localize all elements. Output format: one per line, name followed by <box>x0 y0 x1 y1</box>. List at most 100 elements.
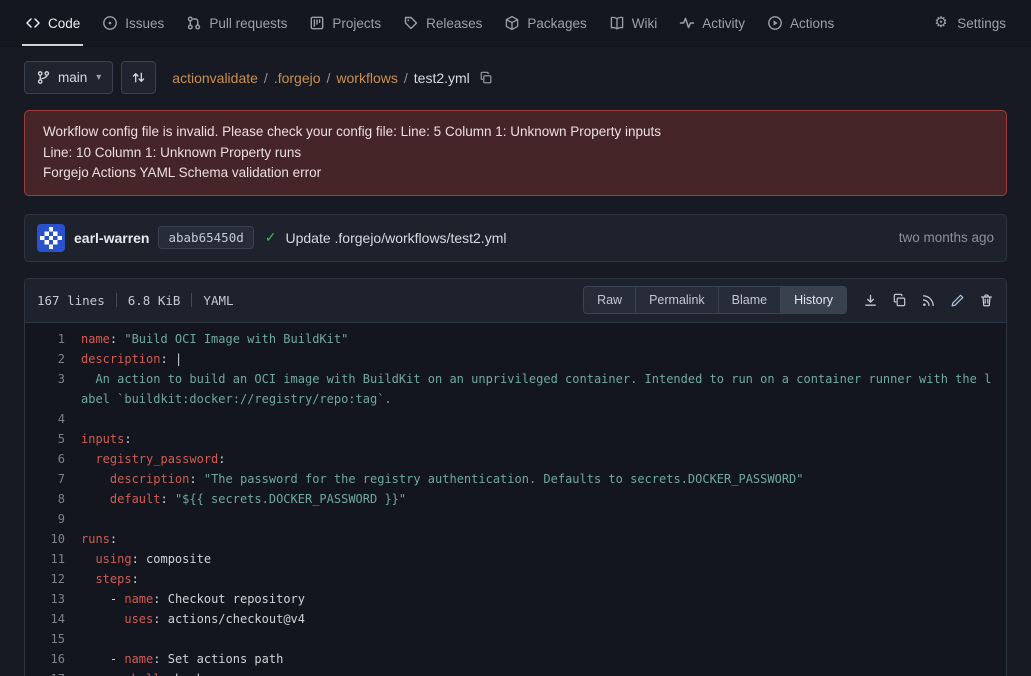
breadcrumb-segment[interactable]: .forgejo <box>274 70 321 86</box>
code-line: 8 default: "${{ secrets.DOCKER_PASSWORD … <box>25 489 1006 509</box>
code-text: - name: Checkout repository <box>81 589 1006 609</box>
code-text: uses: actions/checkout@v4 <box>81 609 1006 629</box>
nav-item-pull-requests[interactable]: Pull requests <box>175 0 298 46</box>
rss-feed-icon[interactable] <box>921 293 936 308</box>
copy-file-icon[interactable] <box>892 293 907 308</box>
line-number[interactable]: 14 <box>25 609 81 629</box>
line-number[interactable]: 8 <box>25 489 81 509</box>
compare-icon <box>131 70 146 85</box>
copy-path-icon[interactable] <box>479 71 493 85</box>
line-number[interactable]: 2 <box>25 349 81 369</box>
line-number[interactable]: 9 <box>25 509 81 529</box>
compare-button[interactable] <box>121 61 156 94</box>
pull-request-icon <box>186 15 202 31</box>
breadcrumb: actionvalidate/.forgejo/workflows/test2.… <box>172 70 492 86</box>
branch-selector[interactable]: main ▾ <box>24 61 113 94</box>
blame-button[interactable]: Blame <box>718 286 781 314</box>
file-action-icons <box>863 293 994 308</box>
code-icon <box>25 15 41 31</box>
code-line: 2description: | <box>25 349 1006 369</box>
commit-message[interactable]: Update .forgejo/workflows/test2.yml <box>285 230 506 246</box>
commit-hash-badge[interactable]: abab65450d <box>158 226 253 249</box>
line-number[interactable]: 6 <box>25 449 81 469</box>
line-number[interactable]: 11 <box>25 549 81 569</box>
permalink-button[interactable]: Permalink <box>635 286 719 314</box>
code-text: steps: <box>81 569 1006 589</box>
error-line: Line: 10 Column 1: Unknown Property runs <box>43 143 988 164</box>
breadcrumb-separator: / <box>327 70 331 86</box>
nav-item-label: Activity <box>702 16 745 31</box>
nav-item-label: Pull requests <box>209 16 287 31</box>
avatar[interactable] <box>37 224 65 252</box>
line-number[interactable]: 16 <box>25 649 81 669</box>
projects-icon <box>309 15 325 31</box>
code-text: description: "The password for the regis… <box>81 469 1006 489</box>
code-line: 14 uses: actions/checkout@v4 <box>25 609 1006 629</box>
code-text <box>81 409 1006 429</box>
releases-icon <box>403 15 419 31</box>
actions-icon <box>767 15 783 31</box>
breadcrumb-segment[interactable]: actionvalidate <box>172 70 258 86</box>
error-line: Workflow config file is invalid. Please … <box>43 122 988 143</box>
line-number[interactable]: 17 <box>25 669 81 676</box>
line-number[interactable]: 1 <box>25 329 81 349</box>
code-line: 5inputs: <box>25 429 1006 449</box>
nav-item-label: Releases <box>426 16 482 31</box>
file-stats: 167 lines 6.8 KiB YAML <box>37 293 234 308</box>
history-button[interactable]: History <box>780 286 847 314</box>
line-number[interactable]: 15 <box>25 629 81 649</box>
code-text: name: "Build OCI Image with BuildKit" <box>81 329 1006 349</box>
nav-item-actions[interactable]: Actions <box>756 0 845 46</box>
gear-icon: ⚙ <box>934 15 950 31</box>
code-line: 12 steps: <box>25 569 1006 589</box>
delete-trash-icon[interactable] <box>979 293 994 308</box>
file-view-buttons: RawPermalinkBlameHistory <box>583 286 847 314</box>
edit-pencil-icon[interactable] <box>950 293 965 308</box>
line-number[interactable]: 13 <box>25 589 81 609</box>
breadcrumb-separator: / <box>264 70 268 86</box>
nav-item-label: Projects <box>332 16 381 31</box>
code-text: shell: bash <box>81 669 1006 676</box>
breadcrumb-path: actionvalidate/.forgejo/workflows/test2.… <box>172 70 469 86</box>
nav-item-releases[interactable]: Releases <box>392 0 493 46</box>
raw-button[interactable]: Raw <box>583 286 636 314</box>
code-line: 16 - name: Set actions path <box>25 649 1006 669</box>
code-line: 17 shell: bash <box>25 669 1006 676</box>
line-number[interactable]: 5 <box>25 429 81 449</box>
code-text: registry_password: <box>81 449 1006 469</box>
breadcrumb-segment[interactable]: workflows <box>336 70 397 86</box>
breadcrumb-row: main ▾ actionvalidate / .forgejo / workflows… <box>24 61 1007 94</box>
code-line: 7 description: "The password for the reg… <box>25 469 1006 489</box>
divider <box>116 293 117 307</box>
file-header: 167 lines 6.8 KiB YAML RawPermalinkBlame… <box>25 279 1006 323</box>
file-lines-count: 167 lines <box>37 293 105 308</box>
nav-item-label: Code <box>48 16 80 31</box>
nav-item-code[interactable]: Code <box>14 0 91 46</box>
code-line: 10runs: <box>25 529 1006 549</box>
nav-item-settings[interactable]: ⚙ Settings <box>923 0 1017 46</box>
commit-author[interactable]: earl-warren <box>74 230 149 246</box>
divider <box>191 293 192 307</box>
line-number[interactable]: 4 <box>25 409 81 429</box>
code-text: default: "${{ secrets.DOCKER_PASSWORD }}… <box>81 489 1006 509</box>
nav-item-packages[interactable]: Packages <box>493 0 597 46</box>
nav-item-activity[interactable]: Activity <box>668 0 756 46</box>
file-language: YAML <box>203 293 233 308</box>
commit-status-check-icon[interactable]: ✓ <box>265 229 277 246</box>
line-number[interactable]: 10 <box>25 529 81 549</box>
code-line: 3 An action to build an OCI image with B… <box>25 369 1006 409</box>
download-icon[interactable] <box>863 293 878 308</box>
nav-item-wiki[interactable]: Wiki <box>598 0 669 46</box>
chevron-down-icon: ▾ <box>96 72 101 83</box>
code-text: description: | <box>81 349 1006 369</box>
content: main ▾ actionvalidate / .forgejo / workflows… <box>0 47 1031 676</box>
nav-item-issues[interactable]: Issues <box>91 0 175 46</box>
line-number[interactable]: 12 <box>25 569 81 589</box>
code-text <box>81 509 1006 529</box>
nav-item-label: Wiki <box>632 16 658 31</box>
line-number[interactable]: 7 <box>25 469 81 489</box>
line-number[interactable]: 3 <box>25 369 81 409</box>
code-view: 1name: "Build OCI Image with BuildKit"2d… <box>25 323 1006 676</box>
wiki-icon <box>609 15 625 31</box>
nav-item-projects[interactable]: Projects <box>298 0 392 46</box>
